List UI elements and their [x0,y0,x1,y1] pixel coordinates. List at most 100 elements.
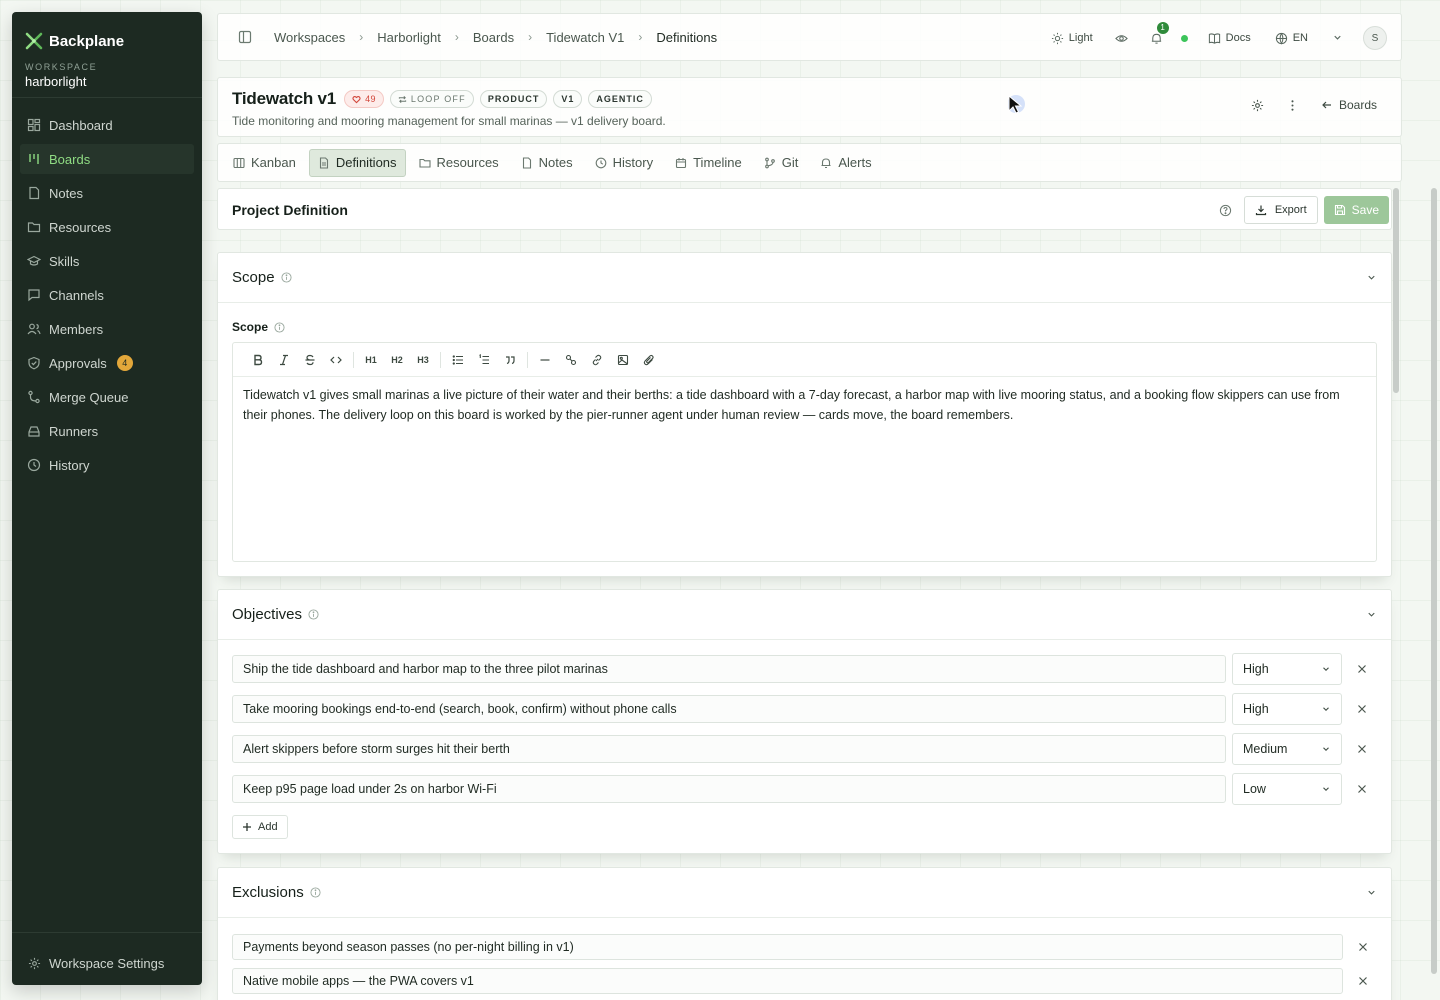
language-select[interactable]: EN [1275,32,1308,45]
sidebar-item-merge-queue[interactable]: Merge Queue [20,382,194,412]
objective-input[interactable]: Alert skippers before storm surges hit t… [232,735,1226,763]
objective-input[interactable]: Keep p95 page load under 2s on harbor Wi… [232,775,1226,803]
exclusion-input[interactable]: Payments beyond season passes (no per-ni… [232,934,1343,960]
chevron-down-icon[interactable] [1366,272,1377,283]
theme-toggle-button[interactable]: Light [1051,32,1093,45]
sidebar-item-channels[interactable]: Channels [20,280,194,310]
unlink-button[interactable] [558,349,584,371]
info-icon[interactable] [274,321,285,333]
sidebar-item-approvals[interactable]: Approvals 4 [20,348,194,378]
heading-2-button[interactable]: H2 [384,349,410,371]
approvals-count-badge: 4 [116,355,133,371]
sidebar-item-resources[interactable]: Resources [20,212,194,242]
tab-alerts[interactable]: Alerts [811,149,880,177]
sidebar-item-notes[interactable]: Notes [20,178,194,208]
tab-label: History [612,155,654,170]
tab-kanban[interactable]: Kanban [224,149,305,177]
sidebar-item-boards[interactable]: Boards [20,144,194,174]
tab-notes[interactable]: Notes [512,149,582,177]
remove-objective-close-icon[interactable] [1356,783,1368,795]
breadcrumb-workspaces[interactable]: Workspaces [274,30,345,45]
remove-objective-close-icon[interactable] [1356,743,1368,755]
scope-text[interactable]: Tidewatch v1 gives small marinas a live … [233,377,1376,433]
breadcrumb-board[interactable]: Tidewatch V1 [546,30,624,45]
exclusions-section-header[interactable]: Exclusions [218,868,1391,918]
bold-button[interactable] [245,349,271,371]
export-button[interactable]: Export [1243,196,1318,224]
tab-timeline[interactable]: Timeline [666,149,751,177]
numbered-list-button[interactable] [471,349,497,371]
more-vertical-icon[interactable] [1286,99,1299,112]
strikethrough-button[interactable] [297,349,323,371]
objectives-section-header[interactable]: Objectives [218,590,1391,640]
tab-git[interactable]: Git [755,149,808,177]
sidebar-item-skills[interactable]: Skills [20,246,194,276]
board-header-actions: Boards [1251,98,1377,112]
save-button[interactable]: Save [1323,196,1389,224]
exclusion-input[interactable]: Native mobile apps — the PWA covers v1 [232,968,1343,994]
tab-label: Definitions [335,155,397,170]
horizontal-rule-button[interactable] [532,349,558,371]
breadcrumb-harborlight[interactable]: Harborlight [377,30,441,45]
chat-icon [27,288,41,302]
objectives-section: Objectives Ship the tide dashboard and h… [217,589,1392,854]
chevron-down-icon[interactable] [1366,887,1377,898]
remove-exclusion-close-icon[interactable] [1357,975,1369,987]
sidebar-item-label: Boards [49,151,91,167]
remove-objective-close-icon[interactable] [1356,663,1368,675]
info-icon[interactable] [308,609,319,620]
heart-count-badge[interactable]: 49 [344,90,384,108]
add-objective-button[interactable]: Add [232,815,288,839]
priority-select[interactable]: High [1232,693,1342,725]
page-scrollbar[interactable] [1431,188,1437,974]
image-button[interactable] [610,349,636,371]
loop-status-badge[interactable]: LOOP OFF [389,90,474,108]
objective-input[interactable]: Take mooring bookings end-to-end (search… [232,695,1226,723]
sidebar-toggle-icon[interactable] [238,30,252,44]
remove-objective-close-icon[interactable] [1356,703,1368,715]
tab-definitions[interactable]: Definitions [308,148,406,177]
brand[interactable]: Backplane [12,12,202,56]
chevron-down-icon[interactable] [1332,32,1345,45]
remove-exclusion-close-icon[interactable] [1357,941,1369,953]
info-icon[interactable] [310,887,321,898]
objective-input[interactable]: Ship the tide dashboard and harbor map t… [232,655,1226,683]
attachment-button[interactable] [636,349,662,371]
sidebar-item-runners[interactable]: Runners [20,416,194,446]
tab-label: Notes [538,155,573,170]
scope-section-header[interactable]: Scope [218,253,1391,303]
content-scrollbar[interactable] [1393,188,1399,393]
sidebar-item-label: History [49,457,90,473]
workspace-name[interactable]: harborlight [12,72,202,89]
blockquote-button[interactable] [497,349,523,371]
tab-resources[interactable]: Resources [410,149,508,177]
settings-gear-icon[interactable] [1251,99,1264,112]
heading-1-button[interactable]: H1 [358,349,384,371]
notifications-bell-icon[interactable]: 1 [1150,21,1169,45]
eye-icon[interactable] [1114,32,1128,45]
workspace-settings-button[interactable]: Workspace Settings [28,956,164,971]
breadcrumb-boards[interactable]: Boards [473,30,514,45]
sidebar-item-dashboard[interactable]: Dashboard [20,110,194,140]
chevron-down-icon[interactable] [1366,609,1377,620]
priority-select[interactable]: Low [1232,773,1342,805]
sidebar-item-label: Resources [49,219,112,235]
sidebar-item-label: Approvals [49,355,107,371]
heading-3-button[interactable]: H3 [410,349,436,371]
italic-button[interactable] [271,349,297,371]
help-circle-icon[interactable] [1219,204,1232,217]
info-icon[interactable] [281,272,292,283]
sidebar-item-members[interactable]: Members [20,314,194,344]
tab-history[interactable]: History [586,149,662,177]
download-icon [1255,204,1267,216]
link-button[interactable] [584,349,610,371]
priority-select[interactable]: Medium [1232,733,1342,765]
back-to-boards-button[interactable]: Boards [1321,98,1377,112]
priority-select[interactable]: High [1232,653,1342,685]
docs-link[interactable]: Docs [1208,32,1251,45]
code-button[interactable] [323,349,349,371]
sidebar-item-history[interactable]: History [20,450,194,480]
avatar[interactable]: S [1363,26,1387,50]
bullet-list-button[interactable] [445,349,471,371]
objective-row: Keep p95 page load under 2s on harbor Wi… [232,773,1368,805]
